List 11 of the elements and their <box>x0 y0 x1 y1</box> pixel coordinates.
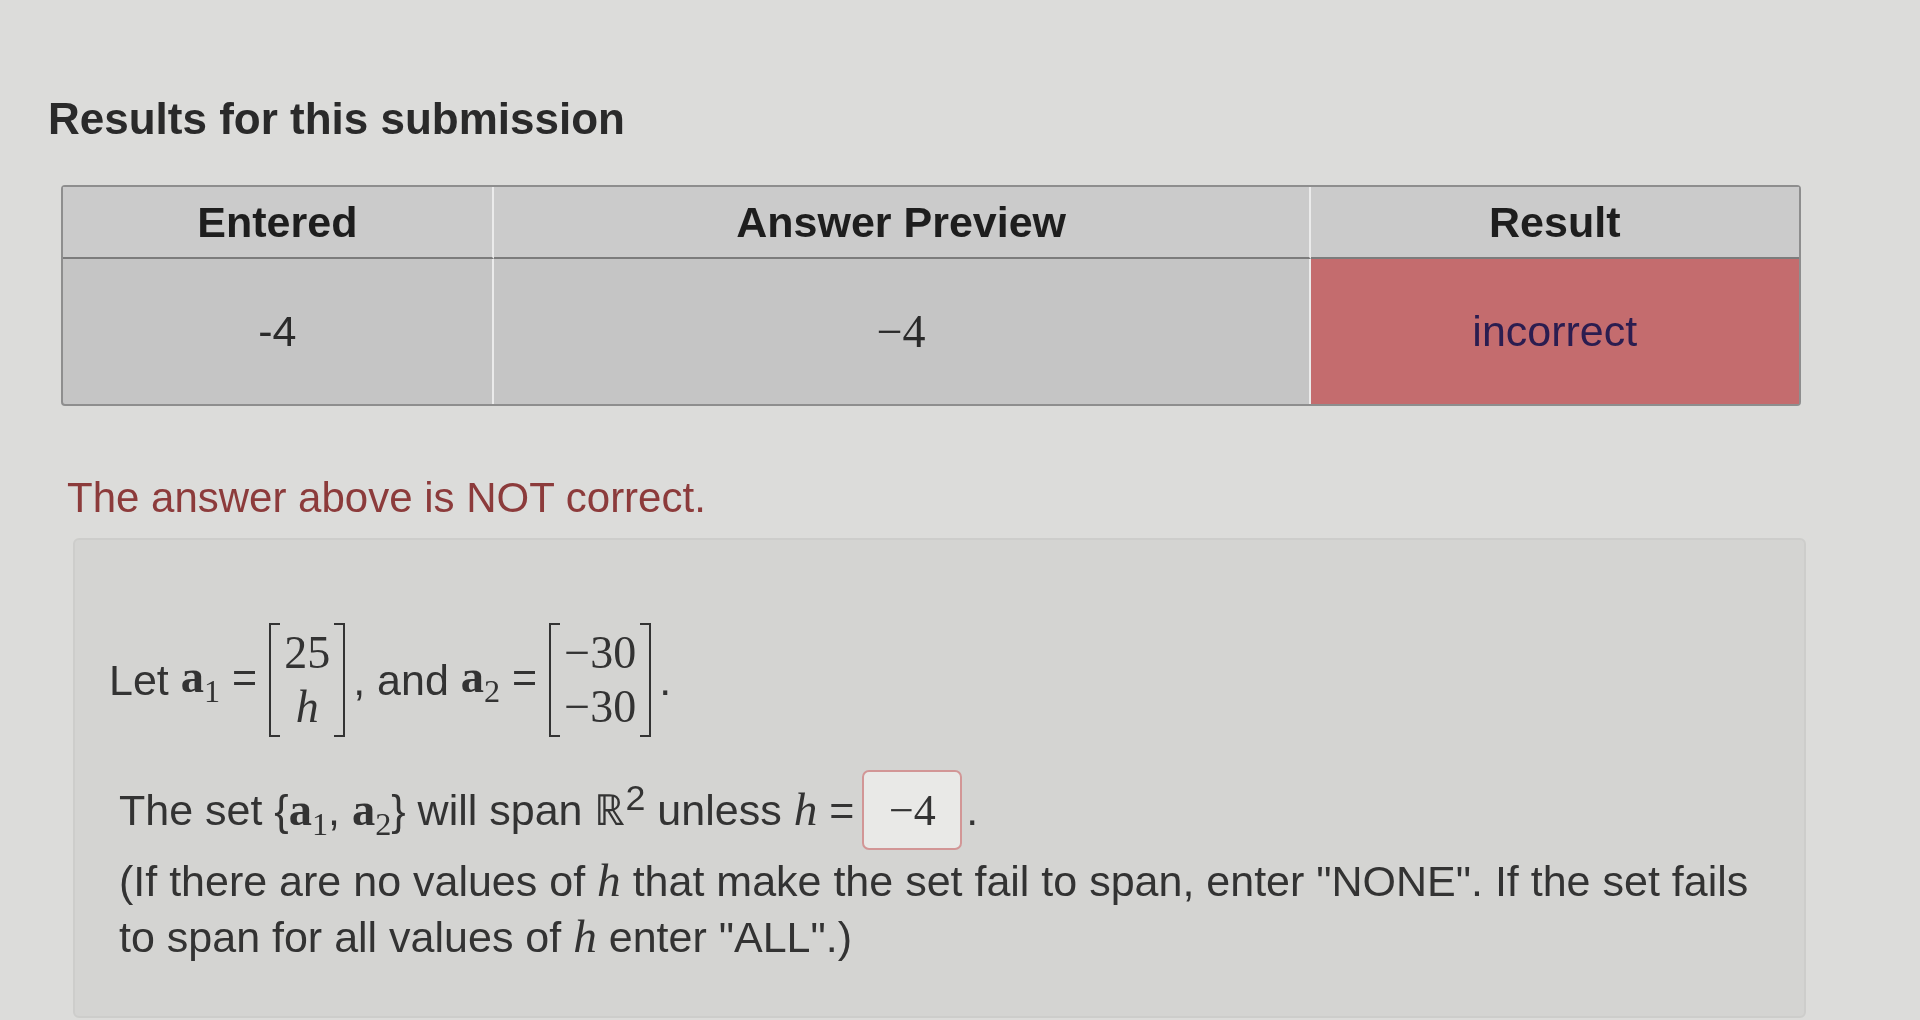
answer-field[interactable]: −4 <box>862 770 963 850</box>
column-header: Entered <box>63 187 494 259</box>
result-cell: incorrect <box>1310 259 1799 404</box>
question-text: The set {a$_{1}$, a$_{2}$} will span ℝ$^{2}$ unless h = <box>119 777 855 843</box>
column-header: Answer Preview <box>493 187 1311 259</box>
feedback-message: The answer above is NOT correct. <box>67 473 706 523</box>
column-header: Result <box>1310 187 1799 259</box>
period-text: . <box>966 785 979 835</box>
table-cell: -4 <box>63 259 494 404</box>
page-heading: Results for this submission <box>48 93 625 145</box>
instructions-text: (If there are no values of h that make the set fail to span, enter "NONE". If the set fails to span for all values of h enter "ALL".) <box>119 853 1750 964</box>
